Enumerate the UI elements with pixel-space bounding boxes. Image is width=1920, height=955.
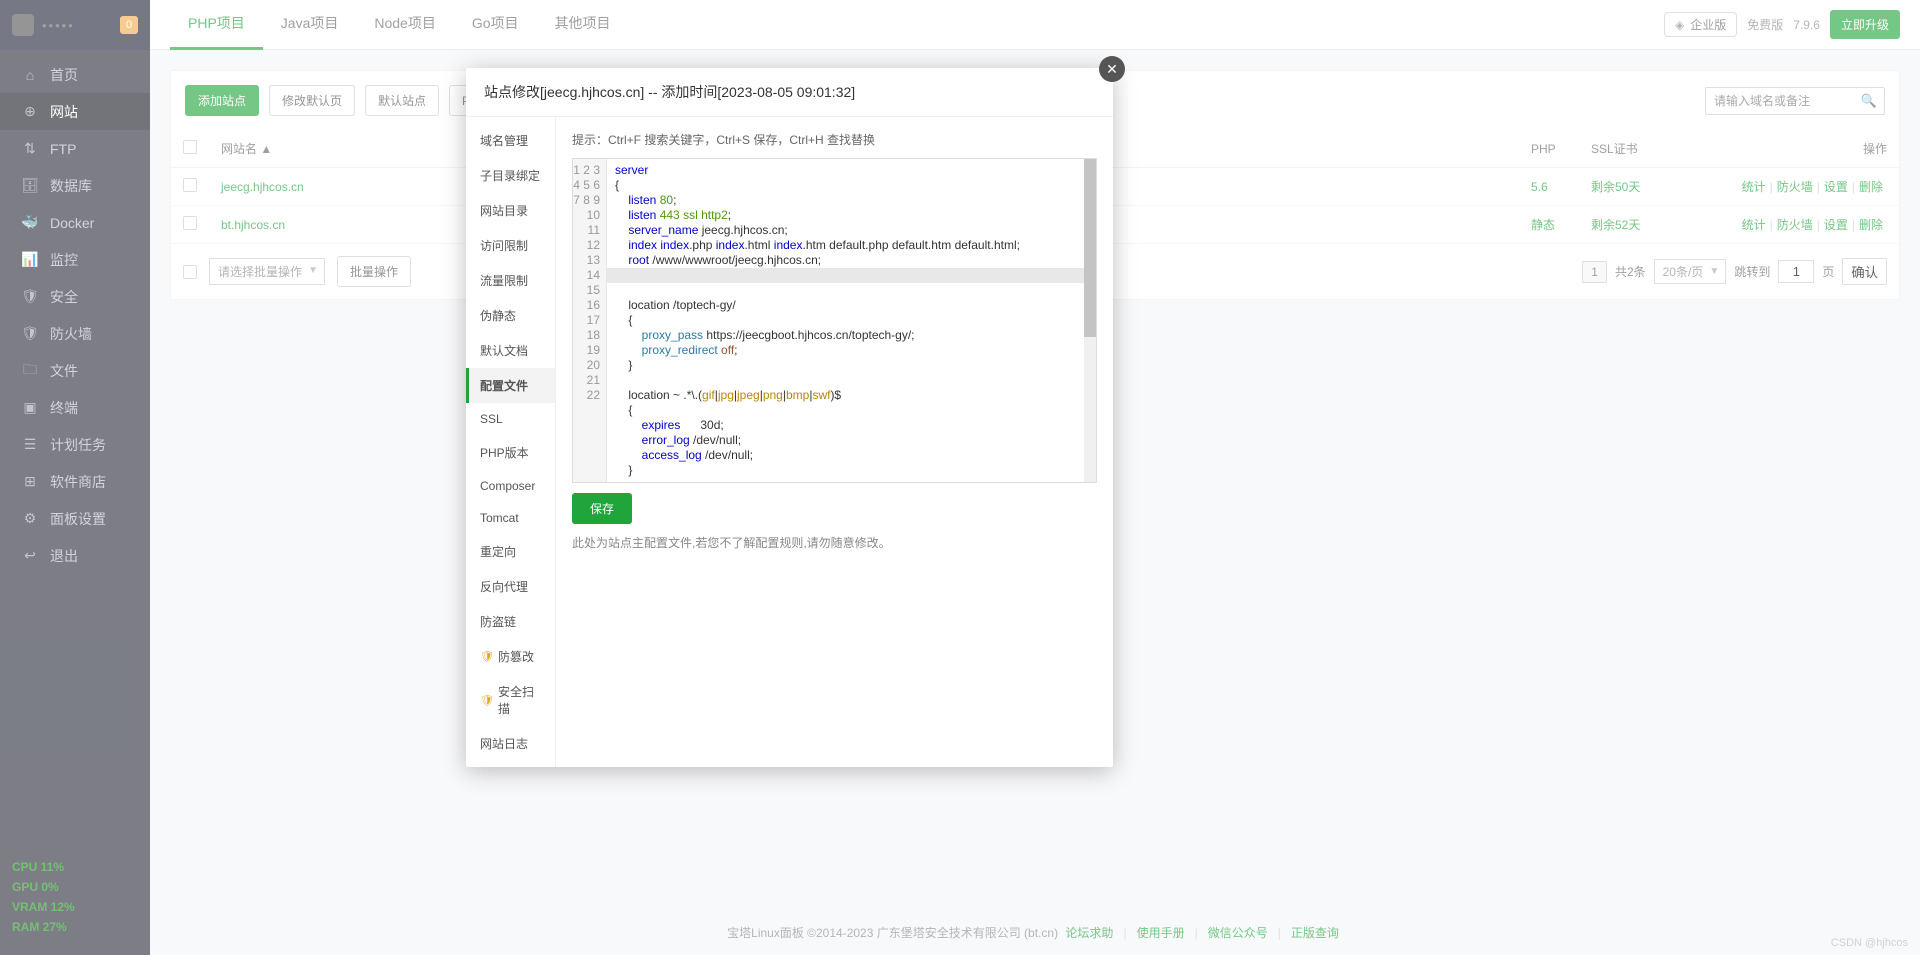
- modal-tab-label: 安全扫描: [498, 683, 541, 717]
- editor-code[interactable]: server { listen 80; listen 443 ssl http2…: [607, 159, 1096, 482]
- modal-tab-15[interactable]: 🛡 防篡改: [466, 639, 555, 674]
- modal-tab-3[interactable]: 访问限制: [466, 228, 555, 263]
- editor-note: 此处为站点主配置文件,若您不了解配置规则,请勿随意修改。: [572, 534, 1097, 551]
- modal-tab-12[interactable]: 重定向: [466, 534, 555, 569]
- modal-tab-13[interactable]: 反向代理: [466, 569, 555, 604]
- modal-tab-1[interactable]: 子目录绑定: [466, 158, 555, 193]
- modal-tab-label: Tomcat: [480, 511, 519, 525]
- modal-tab-label: 访问限制: [480, 237, 528, 254]
- modal-tab-label: 防盗链: [480, 613, 516, 630]
- editor-gutter: 1 2 3 4 5 6 7 8 9 10 11 12 13 14 15 16 1…: [573, 159, 607, 482]
- modal-tab-2[interactable]: 网站目录: [466, 193, 555, 228]
- modal-tab-label: SSL: [480, 412, 503, 426]
- config-editor[interactable]: 1 2 3 4 5 6 7 8 9 10 11 12 13 14 15 16 1…: [572, 158, 1097, 483]
- modal-tab-label: 网站目录: [480, 202, 528, 219]
- editor-scrollbar[interactable]: [1084, 159, 1096, 482]
- editor-tip: 提示：Ctrl+F 搜索关键字，Ctrl+S 保存，Ctrl+H 查找替换: [572, 131, 1097, 148]
- modal-tab-8[interactable]: SSL: [466, 403, 555, 435]
- modal-tab-11[interactable]: Tomcat: [466, 502, 555, 534]
- save-button[interactable]: 保存: [572, 493, 632, 524]
- modal-tab-label: 防篡改: [498, 648, 534, 665]
- modal-tab-16[interactable]: 🛡 安全扫描: [466, 674, 555, 726]
- modal-tab-label: 子目录绑定: [480, 167, 540, 184]
- modal-main: 提示：Ctrl+F 搜索关键字，Ctrl+S 保存，Ctrl+H 查找替换 1 …: [556, 117, 1113, 767]
- shield-icon: 🛡: [480, 650, 494, 663]
- modal-tab-label: 网站日志: [480, 735, 528, 752]
- modal-tab-label: 反向代理: [480, 578, 528, 595]
- modal-tab-9[interactable]: PHP版本: [466, 435, 555, 470]
- modal-side: 域名管理子目录绑定网站目录访问限制流量限制伪静态默认文档配置文件 SSL PHP版本…: [466, 117, 556, 767]
- modal-tab-label: 伪静态: [480, 307, 516, 324]
- modal-tab-17[interactable]: 网站日志: [466, 726, 555, 761]
- modal-tab-label: 配置文件: [480, 377, 528, 394]
- modal-tab-4[interactable]: 流量限制: [466, 263, 555, 298]
- modal-tab-7[interactable]: 配置文件: [466, 368, 555, 403]
- modal-tab-label: 域名管理: [480, 132, 528, 149]
- modal-tab-label: 重定向: [480, 543, 516, 560]
- modal-tab-14[interactable]: 防盗链: [466, 604, 555, 639]
- modal-tab-5[interactable]: 伪静态: [466, 298, 555, 333]
- close-icon[interactable]: ✕: [1099, 56, 1125, 82]
- modal-title: 站点修改[jeecg.hjhcos.cn] -- 添加时间[2023-08-05…: [466, 68, 1113, 117]
- modal-tab-6[interactable]: 默认文档: [466, 333, 555, 368]
- modal-tab-label: Composer: [480, 479, 535, 493]
- modal-tab-label: PHP版本: [480, 444, 529, 461]
- modal-tab-label: 流量限制: [480, 272, 528, 289]
- modal-tab-10[interactable]: Composer: [466, 470, 555, 502]
- site-edit-modal: ✕ 站点修改[jeecg.hjhcos.cn] -- 添加时间[2023-08-…: [466, 68, 1113, 767]
- shield-icon: 🛡: [480, 694, 494, 707]
- modal-tab-label: 默认文档: [480, 342, 528, 359]
- modal-tab-0[interactable]: 域名管理: [466, 123, 555, 158]
